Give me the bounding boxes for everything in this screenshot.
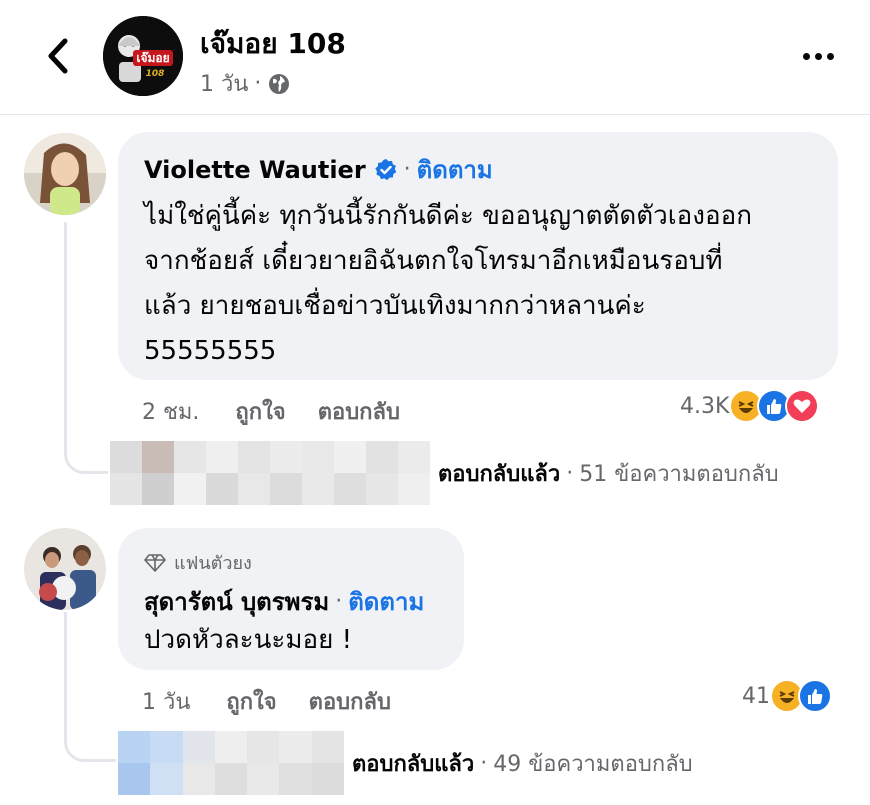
follow-button[interactable]: ติดตาม: [417, 150, 493, 189]
comment-time[interactable]: 1 วัน: [142, 684, 190, 719]
avatar-logo-text: เจ๊มอย: [136, 51, 169, 65]
author-row: สุดารัตน์ บุตรพรม · ติดตาม: [144, 582, 424, 621]
reaction-summary[interactable]: 41: [742, 679, 832, 713]
comment-line: 55555555: [144, 336, 277, 366]
reply-button[interactable]: ตอบกลับ: [309, 684, 391, 719]
replies-count: 49 ข้อความตอบกลับ: [493, 751, 693, 777]
more-icon-dot: [826, 52, 834, 60]
post-header: เจ๊มอย 108 เจ๊มอย 108 1 วัน ·: [0, 0, 870, 115]
post-meta: 1 วัน ·: [200, 66, 291, 101]
commenter-avatar[interactable]: [24, 133, 106, 215]
comment-text: ไม่ใช่คู่นี้ค่ะ ทุกวันนี้รักกันดีค่ะ ขออ…: [144, 194, 752, 374]
thread-line: [64, 222, 108, 474]
replies-label: ตอบกลับแล้ว: [438, 461, 561, 487]
reaction-count: 41: [742, 683, 770, 709]
comment-line: แล้ว ยายชอบเชื่อข่าวบันเทิงมากกว่าหลานค่…: [144, 291, 646, 321]
comment-author[interactable]: สุดารัตน์ บุตรพรม: [144, 582, 329, 621]
comment-bubble: Violette Wautier · ติดตาม ไม่ใช่คู่นี้ค่…: [118, 132, 838, 380]
like-button[interactable]: ถูกใจ: [226, 684, 276, 719]
comment-actions: 2 ชม. ถูกใจ ตอบกลับ: [142, 394, 432, 429]
comment-line: ปวดหัวละนะมอย !: [144, 625, 353, 655]
fan-badge-label: แฟนตัวยง: [174, 553, 252, 574]
meta-separator: ·: [254, 71, 262, 96]
page-name[interactable]: เจ๊มอย 108: [200, 22, 346, 66]
reaction-count: 4.3K: [680, 393, 730, 419]
comment-actions: 1 วัน ถูกใจ ตอบกลับ: [142, 684, 423, 719]
replies-label: ตอบกลับแล้ว: [352, 751, 475, 777]
comment-line: จากช้อยส์ เดี๋ยวยายอิฉันตกใจโทรมาอีกเหมื…: [144, 246, 723, 276]
commenter-avatar[interactable]: [24, 528, 106, 610]
post-time[interactable]: 1 วัน: [200, 66, 248, 101]
page-avatar[interactable]: เจ๊มอย 108: [103, 16, 183, 96]
more-icon-dot: [814, 52, 822, 60]
replies-count: 51 ข้อความตอบกลับ: [579, 461, 779, 487]
back-button[interactable]: [36, 34, 80, 78]
reaction-summary[interactable]: 4.3K: [680, 389, 820, 423]
fan-badge: แฟนตัวยง: [144, 548, 252, 577]
like-button[interactable]: ถูกใจ: [235, 394, 285, 429]
view-replies-link[interactable]: ตอบกลับแล้ว · 49 ข้อความตอบกลับ: [118, 731, 693, 795]
replies-separator: ·: [480, 750, 488, 776]
avatar-logo-number: 108: [146, 69, 165, 79]
globe-icon: [269, 73, 290, 94]
thread-line: [64, 612, 116, 762]
chevron-left-icon: [48, 38, 68, 74]
like-icon: [798, 679, 832, 713]
author-separator: ·: [403, 157, 411, 182]
follow-button[interactable]: ติดตาม: [348, 582, 424, 621]
comment-bubble: แฟนตัวยง สุดารัตน์ บุตรพรม · ติดตาม ปวดห…: [118, 528, 464, 670]
comment-time[interactable]: 2 ชม.: [142, 394, 199, 429]
replier-avatars-blurred: [110, 441, 430, 505]
author-row: Violette Wautier · ติดตาม: [144, 150, 493, 189]
love-icon: [785, 389, 820, 423]
comment-text: ปวดหัวละนะมอย !: [144, 618, 352, 663]
comment-author[interactable]: Violette Wautier: [144, 156, 366, 184]
verified-badge-icon: [374, 158, 396, 180]
author-separator: ·: [335, 589, 343, 614]
more-icon-dot: [802, 52, 810, 60]
replier-avatars-blurred: [118, 731, 344, 795]
reply-button[interactable]: ตอบกลับ: [318, 394, 400, 429]
view-replies-link[interactable]: ตอบกลับแล้ว · 51 ข้อความตอบกลับ: [110, 441, 779, 505]
comment-line: ไม่ใช่คู่นี้ค่ะ ทุกวันนี้รักกันดีค่ะ ขออ…: [144, 201, 752, 231]
more-options-button[interactable]: [796, 40, 840, 72]
replies-separator: ·: [566, 460, 574, 486]
diamond-icon: [144, 553, 166, 572]
